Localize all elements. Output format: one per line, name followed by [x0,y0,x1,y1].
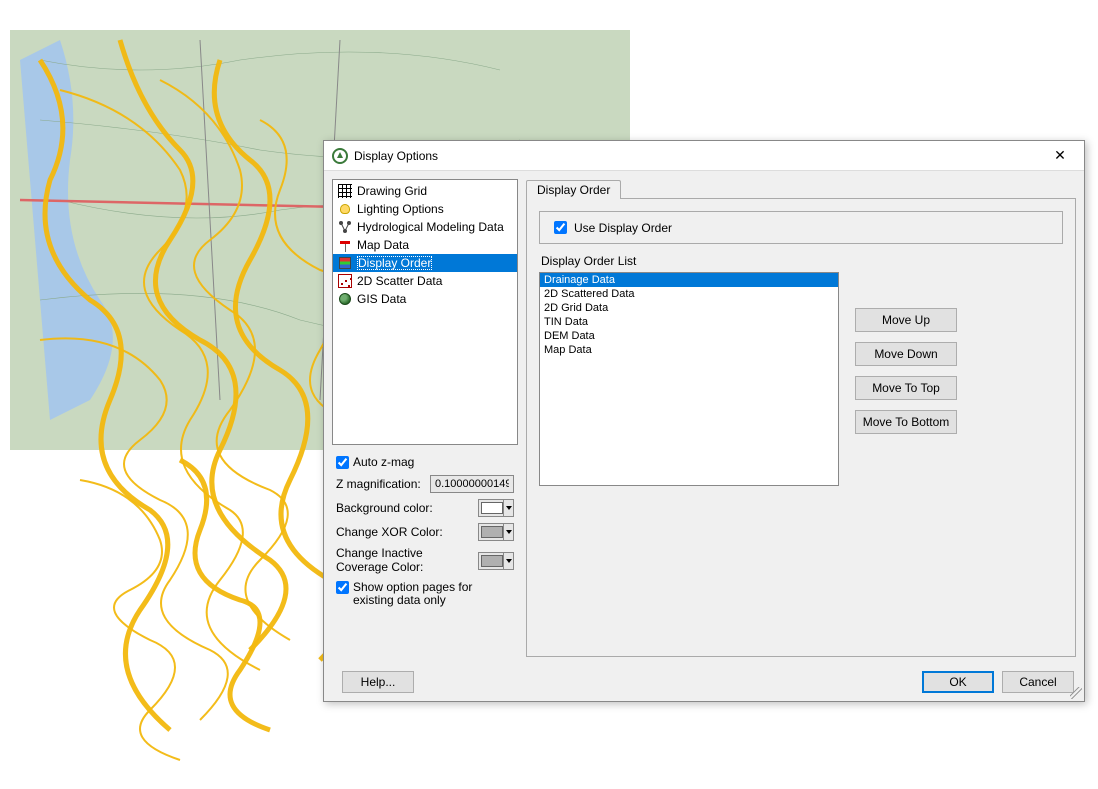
dialog-title: Display Options [354,149,1040,163]
tab-display-order[interactable]: Display Order [526,180,621,199]
branch-icon [337,219,353,235]
close-button[interactable]: ✕ [1040,141,1080,170]
dialog-footer: Help... OK Cancel [324,665,1084,701]
show-existing-input[interactable] [336,581,349,594]
dropdown-icon [503,500,513,516]
auto-zmag-label: Auto z-mag [353,455,414,469]
close-icon: ✕ [1054,147,1066,164]
globe-icon [337,291,353,307]
category-tree[interactable]: Drawing Grid Lighting Options Hydrological… [332,179,518,445]
tree-item-display-order[interactable]: Display Order [333,254,517,272]
tree-item-label: Map Data [357,238,409,252]
use-display-order-checkbox[interactable] [554,221,567,234]
move-to-top-button[interactable]: Move To Top [855,376,957,400]
order-area: Drainage Data2D Scattered Data2D Grid Da… [539,272,1063,486]
tree-item-label: Display Order [357,256,432,270]
tree-item-label: Drawing Grid [357,184,427,198]
move-to-bottom-button[interactable]: Move To Bottom [855,410,957,434]
tree-item-label: 2D Scatter Data [357,274,442,288]
tree-item-drawing-grid[interactable]: Drawing Grid [333,182,517,200]
right-panel: Display Order Use Display Order Display … [526,179,1076,657]
display-order-list-label: Display Order List [541,254,1063,268]
zmag-value[interactable] [430,475,514,493]
pin-icon [337,237,353,253]
tree-item-lighting-options[interactable]: Lighting Options [333,200,517,218]
bgcolor-swatch [481,502,503,514]
dropdown-icon [503,553,513,569]
bgcolor-row: Background color: [336,499,514,517]
reorder-buttons: Move Up Move Down Move To Top Move To Bo… [855,308,957,434]
bgcolor-label: Background color: [336,501,472,515]
auto-zmag-checkbox[interactable]: Auto z-mag [336,455,514,469]
tree-item-label: Lighting Options [357,202,444,216]
list-item[interactable]: DEM Data [540,329,838,343]
use-display-order-row: Use Display Order [539,211,1063,244]
scatter-icon [337,273,353,289]
dropdown-icon [503,524,513,540]
zmag-label: Z magnification: [336,477,424,491]
tab-bar: Display Order [526,179,1076,198]
bulb-icon [337,201,353,217]
list-item[interactable]: Drainage Data [540,273,838,287]
dialog-content: Drawing Grid Lighting Options Hydrological… [324,171,1084,665]
show-existing-label: Show option pages for existing data only [353,581,493,609]
use-display-order-label: Use Display Order [574,221,672,235]
ok-button[interactable]: OK [922,671,994,693]
grid-icon [337,183,353,199]
tree-item-map-data[interactable]: Map Data [333,236,517,254]
xorcolor-row: Change XOR Color: [336,523,514,541]
bgcolor-picker[interactable] [478,499,514,517]
xorcolor-swatch [481,526,503,538]
tree-item-label: Hydrological Modeling Data [357,220,504,234]
help-button[interactable]: Help... [342,671,414,693]
zmag-row: Z magnification: [336,475,514,493]
show-existing-checkbox[interactable]: Show option pages for existing data only [336,581,514,609]
inactivecolor-label: Change Inactive Coverage Color: [336,547,472,575]
list-item[interactable]: Map Data [540,343,838,357]
list-item[interactable]: 2D Scattered Data [540,287,838,301]
tree-item-hydrological-modeling-data[interactable]: Hydrological Modeling Data [333,218,517,236]
list-item[interactable]: TIN Data [540,315,838,329]
app-icon [332,148,348,164]
list-item[interactable]: 2D Grid Data [540,301,838,315]
xorcolor-label: Change XOR Color: [336,525,472,539]
global-options: Auto z-mag Z magnification: Background c… [332,455,518,608]
tree-item-2d-scatter-data[interactable]: 2D Scatter Data [333,272,517,290]
display-order-listbox[interactable]: Drainage Data2D Scattered Data2D Grid Da… [539,272,839,486]
order-icon [337,255,353,271]
move-down-button[interactable]: Move Down [855,342,957,366]
inactivecolor-swatch [481,555,503,567]
titlebar: Display Options ✕ [324,141,1084,171]
move-up-button[interactable]: Move Up [855,308,957,332]
inactivecolor-row: Change Inactive Coverage Color: [336,547,514,575]
auto-zmag-input[interactable] [336,456,349,469]
cancel-button[interactable]: Cancel [1002,671,1074,693]
inactivecolor-picker[interactable] [478,552,514,570]
left-panel: Drawing Grid Lighting Options Hydrological… [332,179,518,657]
xorcolor-picker[interactable] [478,523,514,541]
tree-item-label: GIS Data [357,292,406,306]
tab-label: Display Order [537,183,610,197]
tab-content: Use Display Order Display Order List Dra… [526,198,1076,657]
resize-grip[interactable] [1070,687,1082,699]
tree-item-gis-data[interactable]: GIS Data [333,290,517,308]
display-options-dialog: Display Options ✕ Drawing Grid Lighting O… [323,140,1085,702]
